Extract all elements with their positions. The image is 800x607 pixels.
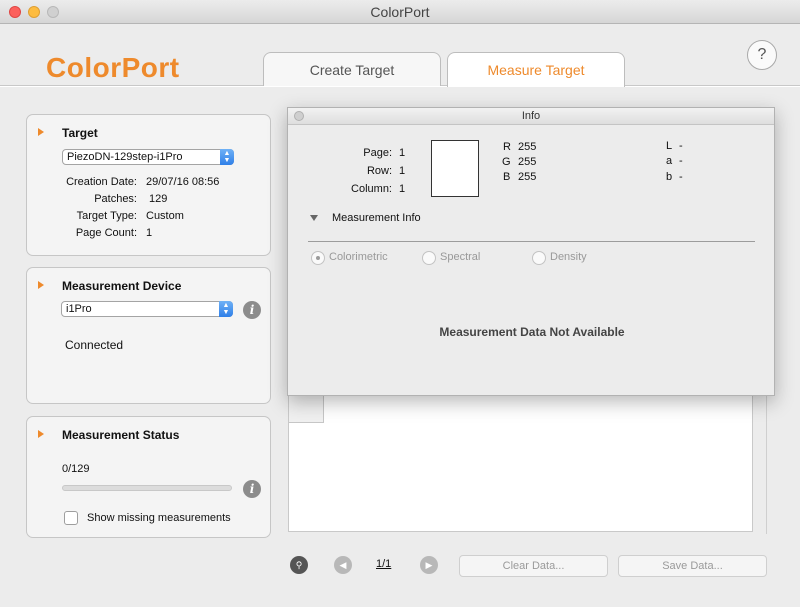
device-panel: Measurement Device i1Pro ▲ ▼ i Connected [26, 267, 271, 404]
next-page-icon[interactable]: ▶ [420, 556, 438, 574]
density-label[interactable]: Density [550, 251, 587, 263]
creation-date-label: Creation Date: [66, 176, 137, 188]
device-select[interactable]: i1Pro ▲ ▼ [61, 301, 233, 317]
page-count-value: 1 [146, 227, 153, 239]
zoom-icon[interactable]: ⚲ [290, 556, 308, 574]
page-label: Page: [363, 147, 392, 159]
previous-page-icon[interactable]: ◀ [334, 556, 352, 574]
patches-label: Patches: [94, 193, 137, 205]
show-missing-checkbox[interactable] [64, 511, 78, 525]
zoom-window-button[interactable] [47, 6, 59, 18]
status-panel-title: Measurement Status [62, 428, 180, 442]
info-window: Info Page: 1 Row: 1 Column: 1 R 255 G 25… [287, 107, 775, 396]
target-type-label: Target Type: [76, 210, 137, 222]
lab-b-label: b [666, 171, 673, 183]
device-info-icon[interactable]: i [243, 301, 261, 319]
g-label: G [502, 156, 511, 168]
target-select[interactable]: PiezoDN-129step-i1Pro ▲ ▼ [62, 149, 234, 165]
measurement-info-label[interactable]: Measurement Info [332, 212, 421, 224]
target-select-value: PiezoDN-129step-i1Pro [67, 151, 183, 163]
help-button[interactable]: ? [747, 40, 777, 70]
info-close-button[interactable] [294, 111, 304, 121]
chevron-updown-icon: ▲ ▼ [219, 301, 233, 317]
row-value: 1 [399, 165, 406, 177]
colorimetric-radio[interactable] [311, 251, 325, 265]
target-preview-area[interactable] [288, 382, 753, 532]
page-count-label: Page Count: [75, 227, 137, 239]
device-panel-title: Measurement Device [62, 279, 182, 293]
chevron-updown-icon: ▲ ▼ [220, 149, 234, 165]
spectral-label[interactable]: Spectral [440, 251, 480, 263]
tab-measure-target[interactable]: Measure Target [447, 52, 625, 87]
section-divider [308, 241, 755, 242]
info-title: Info [521, 110, 541, 122]
row-label: Row: [366, 165, 392, 177]
window-titlebar: ColorPort [0, 0, 800, 24]
page-value: 1 [399, 147, 406, 159]
device-select-value: i1Pro [66, 303, 92, 315]
r-label: R [503, 141, 511, 153]
app-header: ColorPort Create Target Measure Target ? [0, 24, 800, 87]
disclosure-triangle-icon[interactable] [38, 430, 44, 438]
disclosure-triangle-icon[interactable] [38, 281, 44, 289]
lab-l-value: - [679, 140, 683, 152]
measurement-info-toggle-icon[interactable] [310, 215, 318, 221]
minimize-window-button[interactable] [28, 6, 40, 18]
measurement-count: 0/129 [62, 463, 90, 475]
show-missing-label[interactable]: Show missing measurements [87, 512, 231, 524]
column-value: 1 [399, 183, 406, 195]
creation-date-value: 29/07/16 08:56 [146, 176, 220, 188]
target-panel: Target PiezoDN-129step-i1Pro ▲ ▼ Creation… [26, 114, 271, 256]
device-status-text: Connected [65, 338, 124, 352]
b-label: B [503, 171, 511, 183]
lab-a-label: a [666, 155, 673, 167]
spectral-radio[interactable] [422, 251, 436, 265]
lab-l-label: L [666, 140, 673, 152]
colorimetric-label[interactable]: Colorimetric [329, 251, 388, 263]
scroll-divider [766, 394, 767, 534]
density-radio[interactable] [532, 251, 546, 265]
info-titlebar: Info [288, 108, 774, 125]
disclosure-triangle-icon[interactable] [38, 128, 44, 136]
page-navigation-bar: ⚲ ◀ 1/1 ▶ Clear Data... Save Data... [288, 547, 767, 583]
save-data-button[interactable]: Save Data... [618, 555, 767, 577]
no-data-message: Measurement Data Not Available [439, 325, 625, 339]
patches-value: 129 [149, 193, 168, 205]
app-logo: ColorPort [46, 52, 180, 83]
status-panel: Measurement Status 0/129 i Show missing … [26, 416, 271, 538]
target-type-value: Custom [146, 210, 184, 222]
tab-create-target[interactable]: Create Target [263, 52, 441, 86]
target-panel-title: Target [62, 126, 98, 140]
clear-data-button[interactable]: Clear Data... [459, 555, 608, 577]
r-value: 255 [518, 141, 537, 153]
lab-a-value: - [679, 155, 683, 167]
lab-b-value: - [679, 171, 683, 183]
patch-color-preview [431, 140, 479, 197]
measurement-progress-bar [62, 485, 232, 491]
column-label: Column: [351, 183, 392, 195]
close-window-button[interactable] [9, 6, 21, 18]
window-title: ColorPort [370, 3, 430, 20]
g-value: 255 [518, 156, 537, 168]
page-indicator[interactable]: 1/1 [376, 558, 391, 570]
status-info-icon[interactable]: i [243, 480, 261, 498]
b-value: 255 [518, 171, 537, 183]
